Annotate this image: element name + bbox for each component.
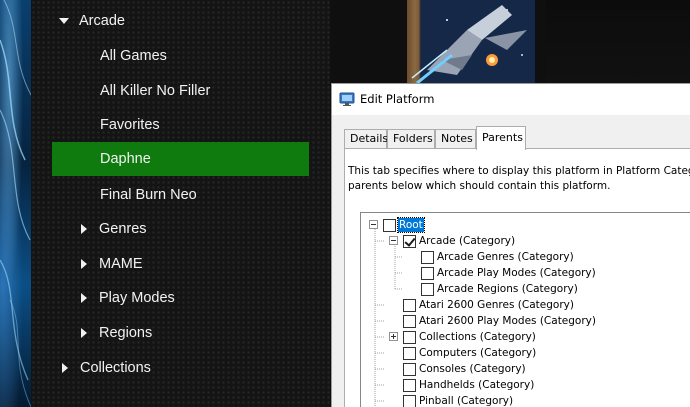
chevron-right-icon <box>81 293 87 303</box>
sidebar-item-final-burn-neo[interactable]: Final Burn Neo <box>100 178 309 212</box>
arcade-checkbox[interactable] <box>403 234 416 248</box>
tree-node-consoles[interactable]: Consoles (Category) <box>403 361 527 377</box>
expand-collections-toggle[interactable] <box>389 332 398 341</box>
sidebar-item-all-games[interactable]: All Games <box>100 39 309 73</box>
tree-node-pinball[interactable]: Pinball (Category) <box>403 393 514 407</box>
edit-platform-dialog: Edit Platform Details Folders Notes Pare… <box>331 83 690 407</box>
tree-node-atari-2600-genres[interactable]: Atari 2600 Genres (Category) <box>403 297 575 313</box>
atari-2600-play-modes-checkbox[interactable] <box>403 314 416 328</box>
sidebar-item-collections[interactable]: Collections <box>60 351 309 385</box>
tree-node-arcade-genres[interactable]: Arcade Genres (Category) <box>421 249 575 265</box>
consoles-checkbox[interactable] <box>403 362 416 376</box>
sidebar-item-regions[interactable]: Regions <box>79 316 309 350</box>
tree-node-handhelds[interactable]: Handhelds (Category) <box>403 377 535 393</box>
tree-node-arcade-regions[interactable]: Arcade Regions (Category) <box>421 281 579 297</box>
tree-node-arcade[interactable]: Arcade (Category) <box>403 233 516 249</box>
arcade-regions-checkbox[interactable] <box>421 282 434 296</box>
tree-node-arcade-play-modes[interactable]: Arcade Play Modes (Category) <box>421 265 597 281</box>
sidebar-item-genres[interactable]: Genres <box>79 212 309 246</box>
pinball-checkbox[interactable] <box>403 394 416 407</box>
parents-description: This tab specifies where to display this… <box>348 165 690 192</box>
handhelds-checkbox[interactable] <box>403 378 416 392</box>
tab-parents[interactable]: Parents <box>476 126 526 150</box>
arcade-play-modes-checkbox[interactable] <box>421 266 434 280</box>
sidebar-item-daphne[interactable]: Daphne <box>52 142 309 176</box>
chevron-down-icon <box>59 18 69 24</box>
monitor-icon <box>339 91 355 107</box>
tree-node-atari-2600-play-modes[interactable]: Atari 2600 Play Modes (Category) <box>403 313 597 329</box>
parents-tree[interactable]: Root Arcade (Category) Arcade Genres (Ca… <box>360 212 690 407</box>
background-artwork <box>0 0 31 407</box>
sidebar-item-mame[interactable]: MAME <box>79 247 309 281</box>
tree-node-computers[interactable]: Computers (Category) <box>403 345 537 361</box>
game-box-art <box>407 0 535 83</box>
tab-folders[interactable]: Folders <box>387 129 435 149</box>
sidebar-item-play-modes[interactable]: Play Modes <box>79 281 309 315</box>
tab-details[interactable]: Details <box>344 129 388 149</box>
chevron-right-icon <box>81 259 87 269</box>
dialog-body: Details Folders Notes Parents This tab s… <box>332 115 690 407</box>
sidebar-item-arcade[interactable]: Arcade <box>59 4 309 38</box>
dialog-titlebar[interactable]: Edit Platform <box>332 84 690 115</box>
atari-2600-genres-checkbox[interactable] <box>403 298 416 312</box>
sidebar-item-all-killer-no-filler[interactable]: All Killer No Filler <box>100 74 309 108</box>
chevron-right-icon <box>81 328 87 338</box>
chevron-right-icon <box>81 224 87 234</box>
arcade-genres-checkbox[interactable] <box>421 250 434 264</box>
computers-checkbox[interactable] <box>403 346 416 360</box>
sidebar-item-favorites[interactable]: Favorites <box>100 108 309 142</box>
tree-node-collections[interactable]: Collections (Category) <box>403 329 537 345</box>
tab-notes[interactable]: Notes <box>435 129 476 149</box>
platform-sidebar: Arcade All Games All Killer No Filler Fa… <box>31 0 330 407</box>
collapse-root-toggle[interactable] <box>369 220 378 229</box>
collapse-arcade-toggle[interactable] <box>389 236 398 245</box>
tree-node-root[interactable]: Root <box>383 217 425 233</box>
chevron-right-icon <box>62 363 68 373</box>
collections-checkbox[interactable] <box>403 330 416 344</box>
dialog-title: Edit Platform <box>360 92 435 106</box>
top-right-panel <box>546 0 690 83</box>
root-checkbox[interactable] <box>383 218 396 232</box>
